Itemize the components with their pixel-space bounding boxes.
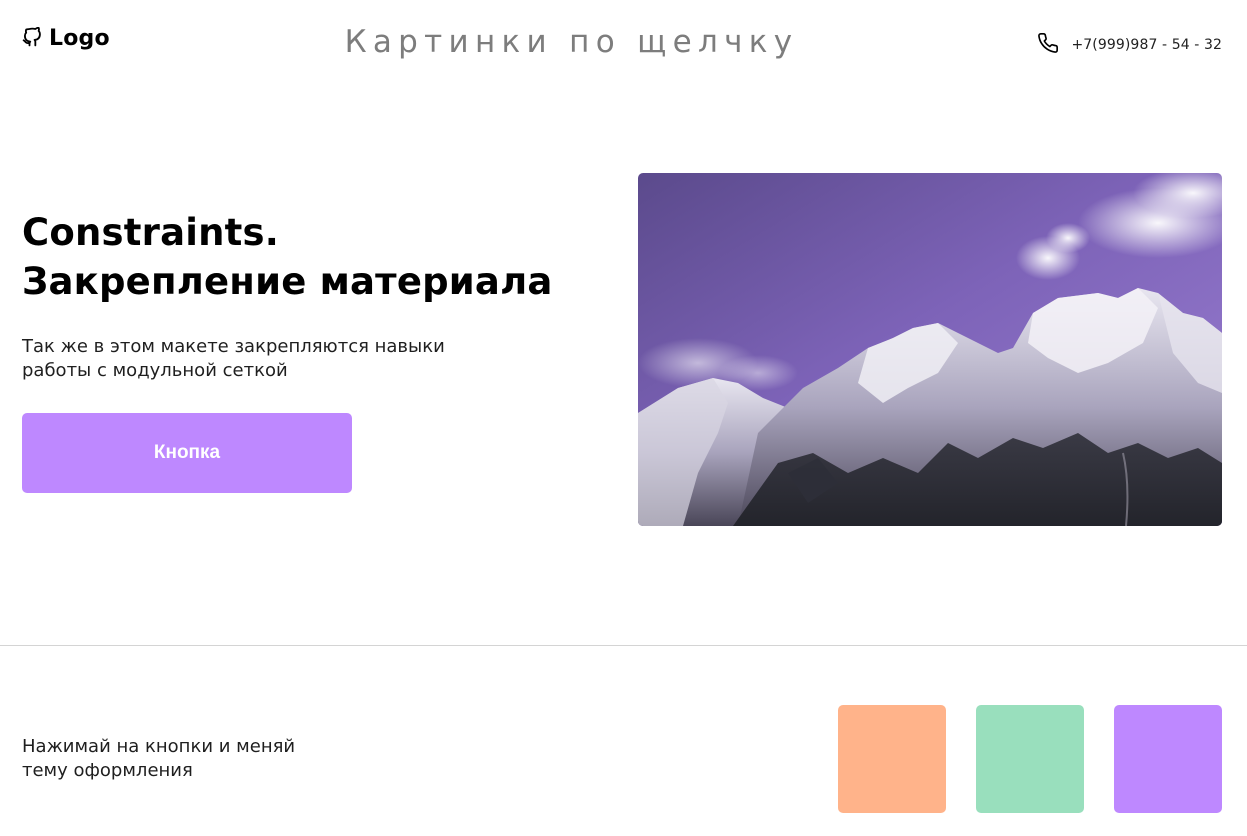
theme-swatch-purple[interactable] — [1114, 705, 1222, 813]
primary-button[interactable]: Кнопка — [22, 413, 352, 493]
theme-hint-line: тему оформления — [22, 760, 193, 781]
theme-hint-text: Нажимай на кнопки и меняй тему оформлени… — [22, 735, 295, 783]
site-title: Картинки по щелчку — [344, 24, 799, 60]
phone-link[interactable]: +7(999)987 - 54 - 32 — [1037, 32, 1222, 58]
hero-description-line: Так же в этом макете закрепляются навыки — [22, 336, 445, 357]
hero-description-line: работы с модульной сеткой — [22, 360, 288, 381]
theme-hint-line: Нажимай на кнопки и меняй — [22, 736, 296, 757]
hero-title-line: Constraints. — [22, 211, 280, 254]
site-header: Logo Картинки по щелчку +7(999)987 - 54 … — [0, 0, 1247, 90]
theme-swatch-orange[interactable] — [838, 705, 946, 813]
hero-description: Так же в этом макете закрепляются навыки… — [22, 335, 502, 383]
hero-title: Constraints. Закрепление материала — [22, 208, 553, 306]
theme-swatch-green[interactable] — [976, 705, 1084, 813]
hero-title-line: Закрепление материала — [22, 260, 553, 303]
section-divider — [0, 645, 1247, 646]
hero-image — [638, 173, 1222, 526]
snowy-mountains-photo — [638, 173, 1222, 526]
phone-icon — [1037, 32, 1059, 58]
phone-number: +7(999)987 - 54 - 32 — [1071, 37, 1222, 53]
